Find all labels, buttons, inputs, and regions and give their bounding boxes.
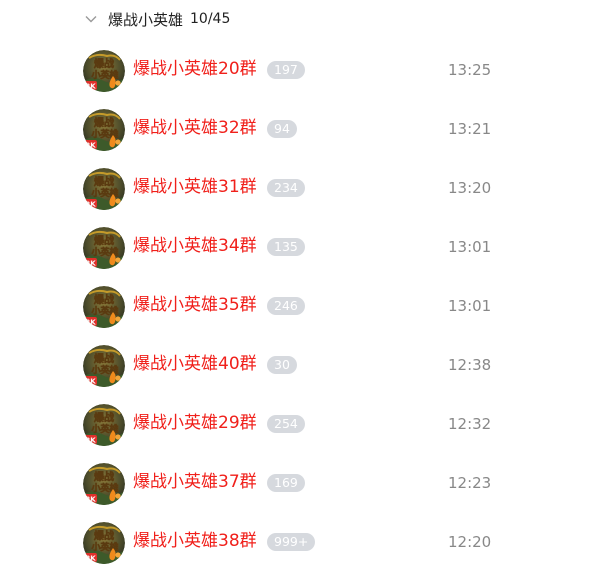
chat-row[interactable]: 爆战 小英雄 2K 爆战小英雄31群 234 13:20 <box>0 160 600 219</box>
game-avatar-icon: 爆战小英雄2K <box>83 109 125 151</box>
unread-badge: 197 <box>267 61 305 79</box>
group-avatar: 爆战 小英雄 2K <box>83 168 125 210</box>
svg-text:爆战: 爆战 <box>94 234 114 247</box>
group-name: 爆战小英雄 <box>108 10 184 29</box>
message-time: 12:32 <box>448 415 492 433</box>
svg-text:爆战: 爆战 <box>94 57 114 70</box>
chat-name: 爆战小英雄31群 <box>133 177 257 197</box>
chat-row[interactable]: 爆战 小英雄 2K 爆战小英雄34群 135 13:01 <box>0 219 600 278</box>
chat-row[interactable]: 爆战 小英雄 2K 爆战小英雄29群 254 12:32 <box>0 396 600 455</box>
chat-row[interactable]: 爆战 小英雄 2K 爆战小英雄40群 30 12:38 <box>0 337 600 396</box>
unread-badge: 94 <box>267 120 297 138</box>
group-avatar: 爆战 小英雄 2K <box>83 345 125 387</box>
unread-badge: 135 <box>267 238 305 256</box>
unread-badge: 999+ <box>267 533 316 551</box>
group-avatar: 爆战 小英雄 2K <box>83 286 125 328</box>
chevron-down-icon <box>85 16 97 23</box>
chat-name: 爆战小英雄35群 <box>133 295 257 315</box>
chat-row[interactable]: 爆战 小英雄 2K 爆战小英雄37群 169 12:23 <box>0 455 600 514</box>
message-time: 13:21 <box>448 120 492 138</box>
chat-name: 爆战小英雄37群 <box>133 472 257 492</box>
svg-text:爆战: 爆战 <box>94 529 114 542</box>
chat-name: 爆战小英雄34群 <box>133 236 257 256</box>
message-time: 13:01 <box>448 238 492 256</box>
message-time: 13:01 <box>448 297 492 315</box>
group-avatar: 爆战 小英雄 2K <box>83 404 125 446</box>
chat-name: 爆战小英雄32群 <box>133 118 257 138</box>
game-avatar-icon: 爆战小英雄2K <box>83 345 125 387</box>
chat-name: 爆战小英雄38群 <box>133 531 257 551</box>
game-avatar-icon: 爆战小英雄2K <box>83 463 125 505</box>
chat-row[interactable]: 爆战 小英雄 2K 爆战小英雄20群 197 13:25 <box>0 42 600 101</box>
svg-text:2K: 2K <box>85 141 96 149</box>
svg-text:爆战: 爆战 <box>94 175 114 188</box>
message-time: 13:20 <box>448 179 492 197</box>
svg-text:2K: 2K <box>85 495 96 503</box>
svg-text:2K: 2K <box>85 259 96 267</box>
unread-badge: 234 <box>267 179 305 197</box>
game-avatar-icon: 爆战小英雄2K <box>83 404 125 446</box>
chat-name: 爆战小英雄20群 <box>133 59 257 79</box>
group-count: 10/45 <box>190 11 231 27</box>
game-avatar-icon: 爆战小英雄2K <box>83 227 125 269</box>
chat-name: 爆战小英雄29群 <box>133 413 257 433</box>
svg-text:2K: 2K <box>85 200 96 208</box>
svg-text:2K: 2K <box>85 436 96 444</box>
unread-badge: 30 <box>267 356 297 374</box>
group-avatar: 爆战 小英雄 2K <box>83 463 125 505</box>
message-time: 12:38 <box>448 356 492 374</box>
game-avatar-icon: 爆战小英雄2K <box>83 522 125 564</box>
svg-text:爆战: 爆战 <box>94 293 114 306</box>
svg-text:2K: 2K <box>85 82 96 90</box>
chat-row[interactable]: 爆战 小英雄 2K 爆战小英雄38群 999+ 12:20 <box>0 514 600 573</box>
message-time: 12:23 <box>448 474 492 492</box>
group-avatar: 爆战 小英雄 2K <box>83 522 125 564</box>
svg-text:2K: 2K <box>85 318 96 326</box>
game-avatar-icon: 爆战小英雄2K <box>83 168 125 210</box>
group-avatar: 爆战 小英雄 2K <box>83 227 125 269</box>
message-time: 12:20 <box>448 533 492 551</box>
svg-text:爆战: 爆战 <box>94 116 114 129</box>
group-avatar: 爆战 小英雄 2K <box>83 50 125 92</box>
group-avatar: 爆战 小英雄 2K <box>83 109 125 151</box>
game-avatar-icon: 爆战小英雄2K <box>83 286 125 328</box>
svg-text:爆战: 爆战 <box>94 352 114 365</box>
svg-text:2K: 2K <box>85 377 96 385</box>
chat-row[interactable]: 爆战 小英雄 2K 爆战小英雄35群 246 13:01 <box>0 278 600 337</box>
group-header[interactable]: 爆战小英雄 10/45 <box>84 6 230 32</box>
game-avatar-icon: 爆战小英雄2K <box>83 50 125 92</box>
chat-name: 爆战小英雄40群 <box>133 354 257 374</box>
svg-text:爆战: 爆战 <box>94 411 114 424</box>
chat-list: 爆战 小英雄 2K 爆战小英雄20群 197 13:25 爆战 小英雄 2K 爆战小英雄… <box>0 42 600 573</box>
unread-badge: 254 <box>267 415 305 433</box>
chat-row[interactable]: 爆战 小英雄 2K 爆战小英雄32群 94 13:21 <box>0 101 600 160</box>
svg-text:2K: 2K <box>85 554 96 562</box>
unread-badge: 246 <box>267 297 305 315</box>
message-time: 13:25 <box>448 61 492 79</box>
unread-badge: 169 <box>267 474 305 492</box>
svg-text:爆战: 爆战 <box>94 470 114 483</box>
